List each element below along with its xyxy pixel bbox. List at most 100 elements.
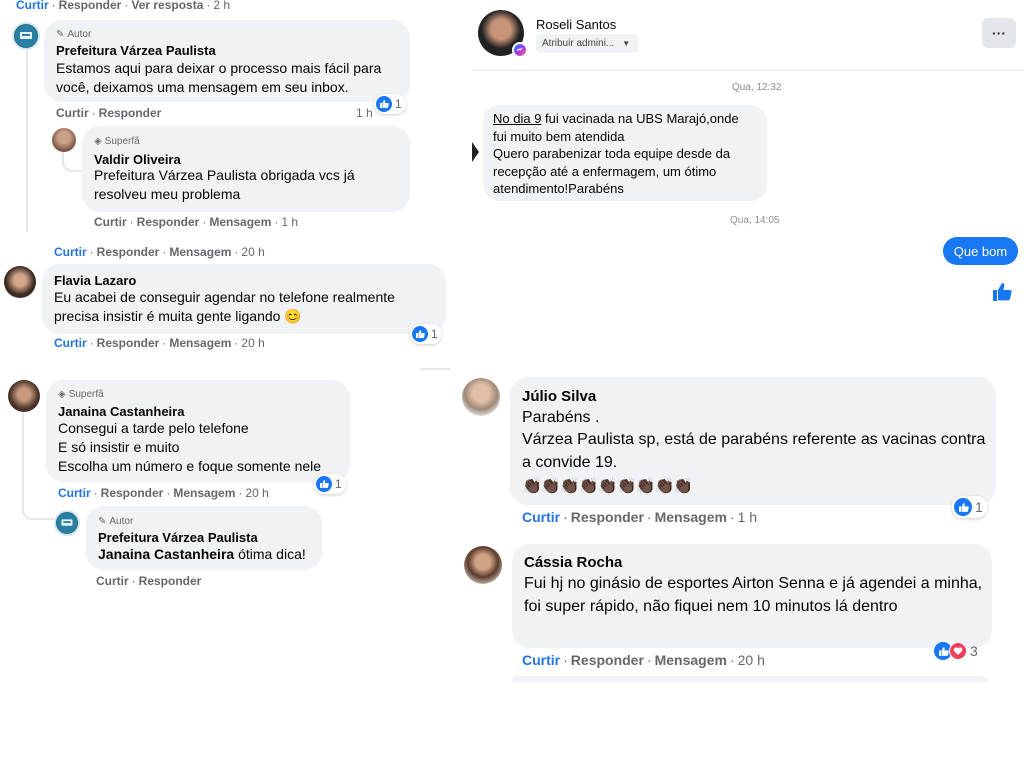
avatar-prefeitura[interactable] [54,510,80,536]
messenger-icon [512,42,528,58]
comment-actions: Curtir · Responder [56,106,162,120]
like-icon [412,326,428,342]
comment-text: Fui hj no ginásio de esportes Airton Sen… [524,575,983,615]
superfan-badge: ◈ Superfã [94,135,140,147]
assign-admin-dropdown[interactable]: Atribuir admini... ▼ [536,34,638,53]
comment-text-line: Parabéns . [522,409,600,426]
top-comment-actions: Curtir · Responder · Ver resposta · 2 h [16,0,231,12]
timestamp: 20 h [241,245,265,259]
pencil-icon: ✎ [98,515,107,527]
timestamp: 20 h [737,652,765,668]
comment-actions: Curtir · Responder · Mensagem · 20 h [522,652,765,668]
like-link[interactable]: Curtir [56,106,89,120]
message-link[interactable]: Mensagem [209,215,271,229]
superfan-badge: ◈ Superfã [58,388,104,400]
message-link[interactable]: Mensagem [655,652,727,668]
author-badge: ✎ Autor [98,515,134,527]
comment-text: Prefeitura Várzea Paulista obrigada vcs … [94,167,355,202]
message-link[interactable]: Mensagem [655,509,727,525]
comment-bubble: ✎ Autor Prefeitura Várzea Paulista Estamo… [44,20,410,102]
chat-timestamp: Qua, 12:32 [732,82,782,93]
avatar-julio[interactable] [462,378,500,416]
like-link[interactable]: Curtir [522,509,560,525]
reply-link[interactable]: Responder [59,0,122,12]
author-badge: ✎ Autor [56,28,92,40]
see-reply-link[interactable]: Ver resposta [131,0,203,12]
comment-text: Eu acabei de conseguir agendar no telefo… [54,289,395,324]
comment-bubble: Cássia Rocha Fui hj no ginásio de esport… [512,544,992,648]
contact-name[interactable]: Roseli Santos [536,17,616,32]
comment-bubble: ◈ Superfã Janaina Castanheira Consegui a … [46,380,350,482]
comment-bubble: ◈ Superfã Valdir Oliveira Prefeitura Várz… [82,126,410,212]
reply-link[interactable]: Responder [97,336,160,350]
like-link[interactable]: Curtir [54,245,87,259]
pencil-icon: ✎ [56,28,65,40]
commenter-name[interactable]: Júlio Silva [522,388,596,405]
reply-link[interactable]: Responder [571,652,644,668]
diamond-icon: ◈ [58,388,66,400]
timestamp: 1 h [737,509,758,525]
avatar-valdir[interactable] [52,128,76,152]
chat-header-divider [472,70,1024,71]
thread-line [22,412,24,490]
commenter-name[interactable]: Janaina Castanheira [58,404,184,419]
reaction-count[interactable]: 1 [314,474,346,494]
reply-link[interactable]: Responder [137,215,200,229]
reply-link[interactable]: Responder [97,245,160,259]
message-indicator [472,142,479,162]
like-link[interactable]: Curtir [96,574,129,588]
comment-actions: Curtir · Responder · Mensagem · 1 h [94,215,299,229]
like-icon [376,96,392,112]
timestamp: 20 h [245,486,269,500]
thumbs-up-icon[interactable] [992,282,1012,307]
reaction-count[interactable]: 1 [410,324,442,344]
timestamp: 2 h [213,0,231,12]
comment-text: Janaina Castanheira ótima dica! [98,546,306,562]
commenter-name[interactable]: Prefeitura Várzea Paulista [56,43,216,58]
thread-curve [62,152,84,172]
reply-link[interactable]: Responder [139,574,202,588]
comment-actions: Curtir · Responder · Mensagem · 20 h [54,245,265,259]
heart-icon [949,642,967,660]
comment-text-line: Escolha um número e foque somente nele [58,458,322,474]
comment-text-line: Consegui a tarde pelo telefone [58,420,249,436]
avatar-prefeitura[interactable] [12,22,40,50]
reaction-count[interactable]: 1 [374,94,406,114]
reply-link[interactable]: Responder [99,106,162,120]
thread-curve [22,490,54,520]
message-text: No dia 9 fui vacinada na UBS Marajó,onde… [493,111,739,196]
reply-link[interactable]: Responder [571,509,644,525]
reply-link[interactable]: Responder [101,486,164,500]
like-link[interactable]: Curtir [94,215,127,229]
reaction-count[interactable]: 1 [952,496,987,518]
like-link[interactable]: Curtir [522,652,560,668]
comment-text-line: E só insistir e muito [58,439,180,455]
avatar-cassia[interactable] [464,546,502,584]
reaction-count[interactable]: 3 [932,640,982,662]
like-link[interactable]: Curtir [54,336,87,350]
comment-actions: Curtir · Responder [96,574,202,588]
commenter-name[interactable]: Valdir Oliveira [94,152,181,167]
comment-actions: Curtir · Responder · Mensagem · 1 h [522,509,758,525]
thread-line [26,48,28,232]
comment-actions: Curtir · Responder · Mensagem · 20 h [58,486,269,500]
message-link[interactable]: Mensagem [169,245,231,259]
commenter-name[interactable]: Prefeitura Várzea Paulista [98,530,258,545]
comment-bubble: Júlio Silva Parabéns . Várzea Paulista s… [510,377,996,505]
message-link[interactable]: Mensagem [173,486,235,500]
avatar-flavia[interactable] [4,266,36,298]
message-link[interactable]: Mensagem [169,336,231,350]
next-comment-edge [512,676,988,682]
timestamp: 1 h [356,106,373,120]
comment-actions: Curtir · Responder · Mensagem · 20 h [54,336,265,350]
avatar-janaina[interactable] [8,380,40,412]
like-link[interactable]: Curtir [58,486,91,500]
more-options-button[interactable]: ··· [982,18,1016,48]
commenter-name[interactable]: Cássia Rocha [524,554,622,571]
outgoing-message: Que bom [943,237,1018,265]
commenter-name[interactable]: Flavia Lazaro [54,273,136,288]
mention-link[interactable]: Janaina Castanheira [98,546,234,562]
like-link[interactable]: Curtir [16,0,49,12]
timestamp: 1 h [281,215,299,229]
chat-timestamp: Qua, 14:05 [730,215,780,226]
